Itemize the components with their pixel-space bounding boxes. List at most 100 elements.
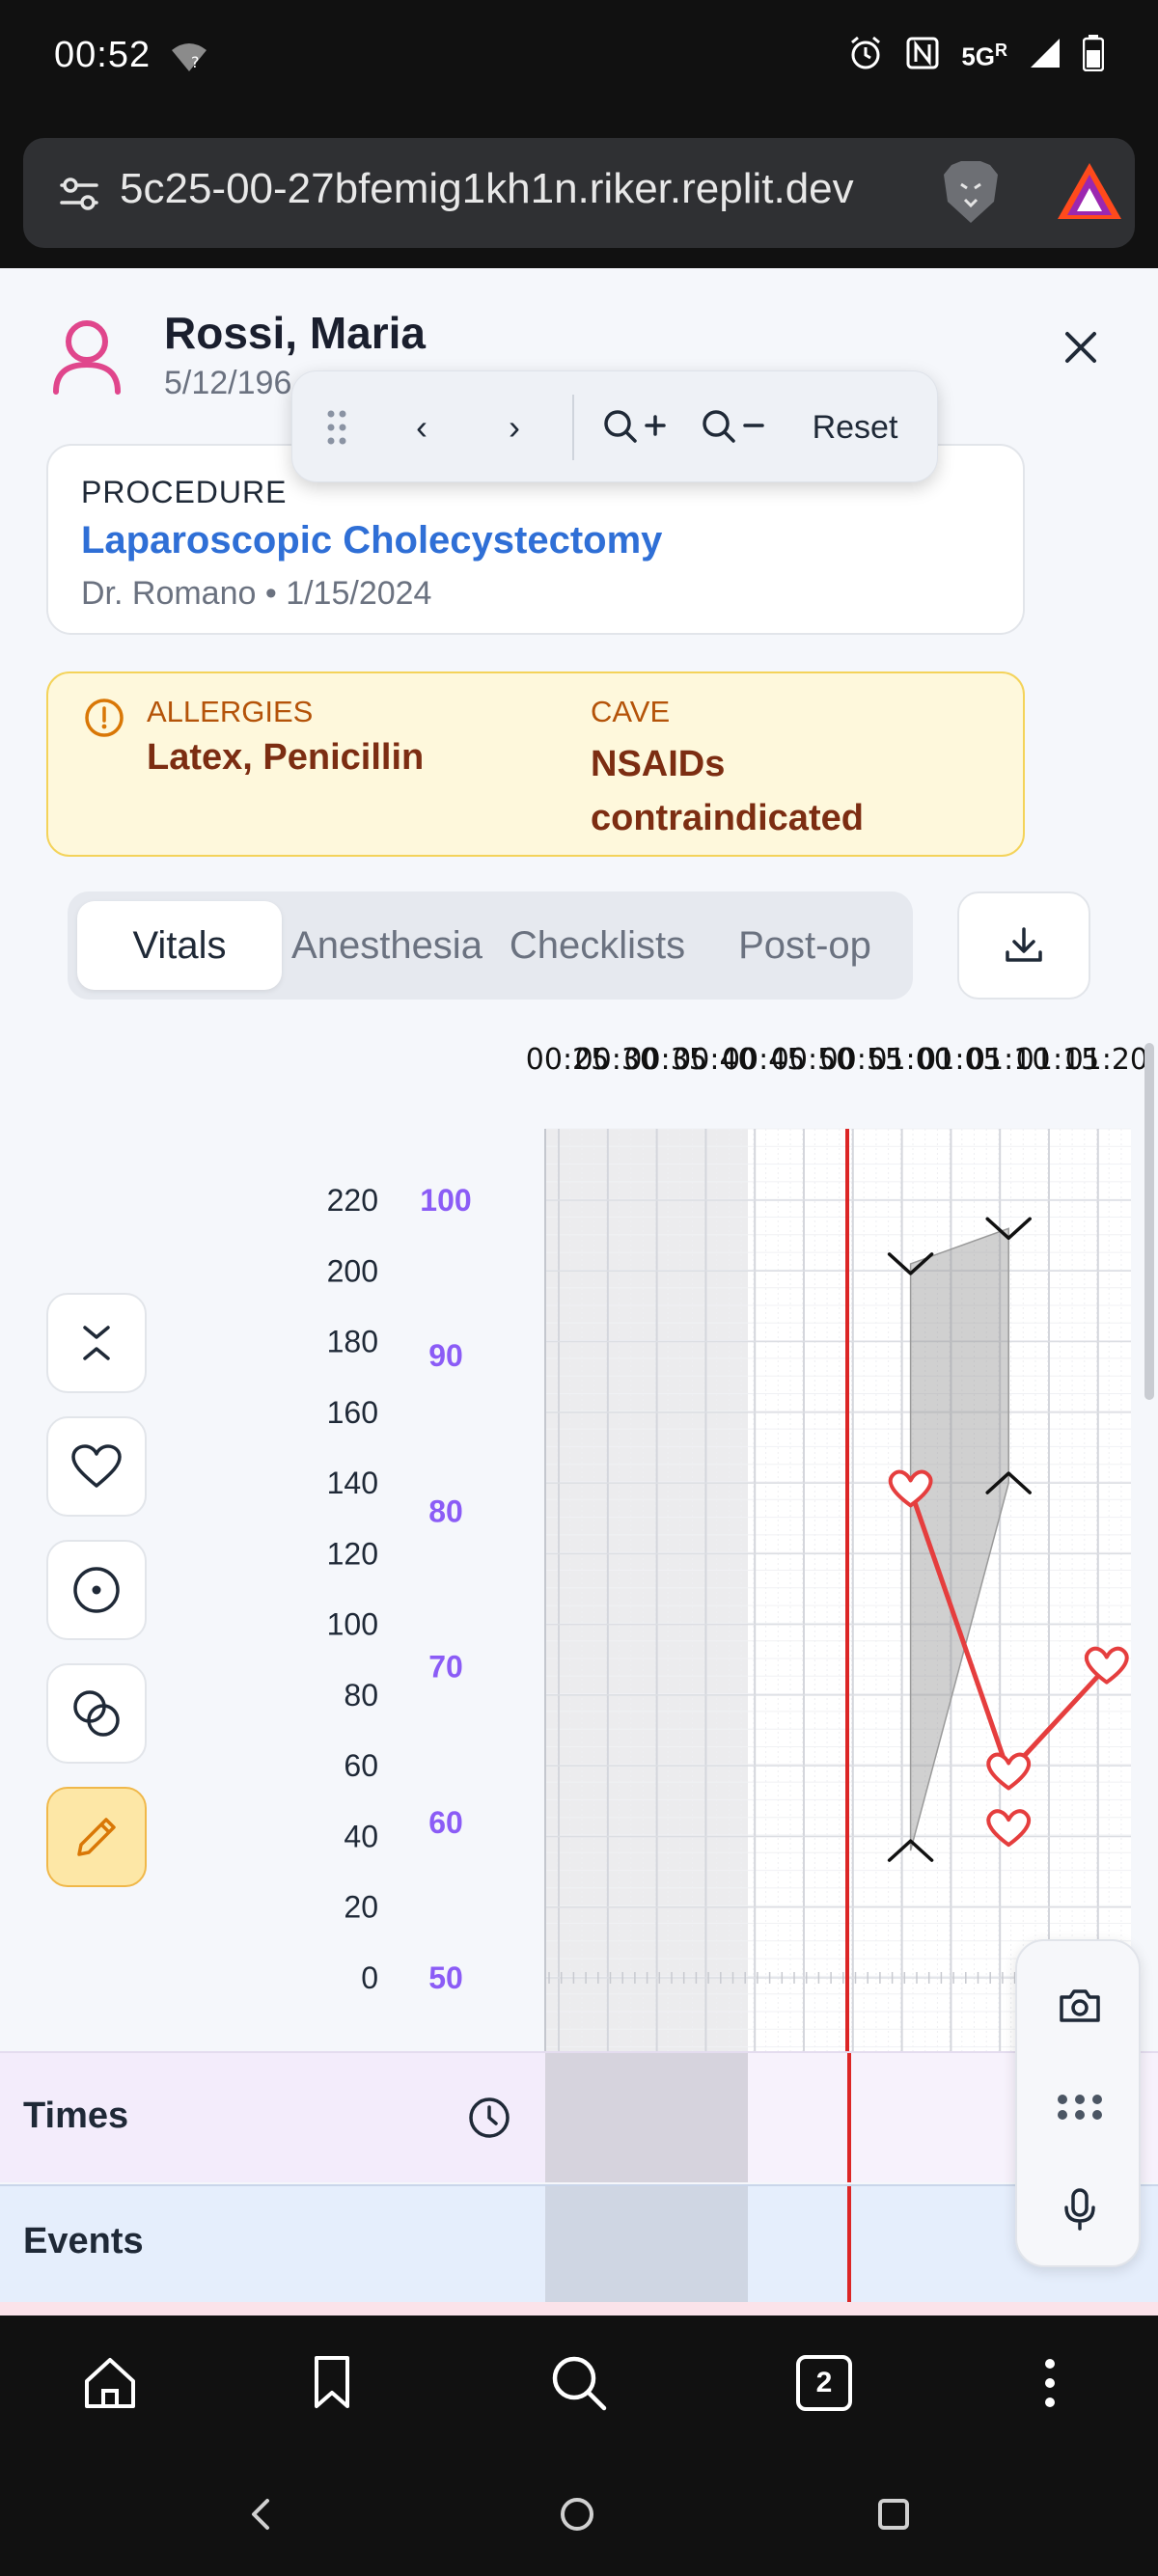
procedure-title[interactable]: Laparoscopic Cholecystectomy bbox=[81, 519, 662, 562]
clock-icon[interactable] bbox=[467, 2096, 511, 2145]
times-row-overlay bbox=[545, 2053, 748, 2182]
chevrons-icon bbox=[83, 1326, 110, 1360]
network-label: 5GR bbox=[961, 41, 1007, 72]
y-left-tick-label: 80 bbox=[344, 1678, 378, 1713]
times-row[interactable]: Times bbox=[0, 2051, 1158, 2182]
cave-value: NSAIDs contraindicated bbox=[591, 744, 864, 838]
draw-tool[interactable] bbox=[46, 1787, 147, 1887]
home-circle-icon[interactable] bbox=[556, 2493, 598, 2535]
wifi-icon: ? bbox=[170, 41, 208, 78]
tab-post-op[interactable]: Post-op bbox=[710, 901, 899, 990]
svg-text:?: ? bbox=[191, 53, 200, 71]
brave-shields-icon[interactable] bbox=[940, 159, 1002, 232]
heart-rate-tool[interactable] bbox=[46, 1416, 147, 1517]
camera-button[interactable] bbox=[1037, 1962, 1122, 2047]
y-right-tick-label: 50 bbox=[428, 1960, 463, 1995]
circles-icon bbox=[73, 1690, 120, 1737]
camera-icon bbox=[1060, 1989, 1100, 2022]
search-icon[interactable] bbox=[542, 2346, 616, 2420]
allergies-label: ALLERGIES bbox=[147, 695, 314, 728]
y-left-tick-label: 180 bbox=[327, 1325, 378, 1359]
cave-label: CAVE bbox=[591, 695, 671, 728]
y-right-tick-label: 60 bbox=[428, 1805, 463, 1840]
prev-button[interactable]: ‹ bbox=[393, 400, 451, 454]
tab-anesthesia[interactable]: Anesthesia bbox=[282, 901, 492, 990]
y-left-tick-label: 220 bbox=[327, 1183, 378, 1218]
next-button[interactable]: › bbox=[485, 400, 543, 454]
y-left-tick-label: 120 bbox=[327, 1536, 378, 1571]
x-tick-label: 01:20 bbox=[1065, 1043, 1148, 1077]
y-left-tick-label: 160 bbox=[327, 1395, 378, 1430]
events-row[interactable]: Events bbox=[0, 2184, 1158, 2302]
home-icon[interactable] bbox=[73, 2346, 147, 2420]
site-settings-icon[interactable] bbox=[58, 173, 100, 220]
heart-icon bbox=[71, 1444, 122, 1488]
target-icon bbox=[73, 1567, 120, 1613]
quick-capture-panel bbox=[1015, 1939, 1141, 2267]
allergy-alert-card: ALLERGIES Latex, Penicillin CAVE NSAIDs … bbox=[46, 671, 1025, 857]
browser-toolbar: 5c25-00-27bfemig1kh1n.riker.replit.dev bbox=[0, 121, 1158, 268]
voice-button[interactable] bbox=[1037, 2167, 1122, 2252]
overlap-tool[interactable] bbox=[46, 1663, 147, 1764]
brave-rewards-icon[interactable] bbox=[1056, 161, 1123, 228]
events-row-overlay bbox=[545, 2186, 748, 2302]
url-text[interactable]: 5c25-00-27bfemig1kh1n.riker.replit.dev bbox=[120, 165, 911, 213]
y-left-tick-label: 60 bbox=[344, 1748, 378, 1783]
tab-switcher-button[interactable]: 2 bbox=[787, 2346, 861, 2420]
system-nav-bar bbox=[0, 2451, 1158, 2576]
warning-circle-icon bbox=[83, 697, 125, 744]
zoom-out-button[interactable] bbox=[698, 400, 771, 454]
recents-icon[interactable] bbox=[872, 2493, 915, 2535]
times-label: Times bbox=[23, 2096, 129, 2136]
y-left-tick-label: 40 bbox=[344, 1819, 378, 1853]
target-tool[interactable] bbox=[46, 1540, 147, 1640]
procedure-label: PROCEDURE bbox=[81, 475, 288, 509]
back-icon[interactable] bbox=[239, 2493, 282, 2535]
section-tabs: Vitals Anesthesia Checklists Post-op bbox=[68, 891, 913, 1000]
tab-count: 2 bbox=[796, 2355, 852, 2411]
y-left-tick-label: 0 bbox=[361, 1960, 378, 1995]
collapse-tool[interactable] bbox=[46, 1293, 147, 1393]
y-left-tick-label: 100 bbox=[327, 1607, 378, 1642]
tab-vitals[interactable]: Vitals bbox=[77, 901, 282, 990]
nfc-icon bbox=[905, 36, 940, 77]
browser-bottom-bar: 2 bbox=[0, 2316, 1158, 2451]
chart-scrollbar[interactable] bbox=[1144, 1043, 1154, 1400]
download-button[interactable] bbox=[957, 891, 1090, 1000]
roaming-indicator: R bbox=[995, 41, 1007, 61]
bookmark-icon[interactable] bbox=[295, 2346, 369, 2420]
reset-zoom-button[interactable]: Reset bbox=[802, 400, 908, 454]
y-left-tick-label: 140 bbox=[327, 1466, 378, 1500]
status-bar: 00:52 ? 5GR bbox=[0, 0, 1158, 121]
status-time: 00:52 bbox=[54, 35, 152, 75]
more-tools-button[interactable] bbox=[1037, 2065, 1122, 2150]
alarm-icon bbox=[847, 35, 884, 78]
zoom-in-button[interactable] bbox=[599, 400, 673, 454]
network-type: 5G bbox=[961, 41, 995, 71]
procedure-meta: Dr. Romano • 1/15/2024 bbox=[81, 575, 432, 612]
download-icon bbox=[1006, 927, 1042, 962]
y-right-tick-label: 70 bbox=[428, 1650, 463, 1685]
url-bar[interactable]: 5c25-00-27bfemig1kh1n.riker.replit.dev bbox=[23, 138, 1135, 248]
url-value: 5c25-00-27bfemig1kh1n.riker.replit.dev bbox=[120, 165, 854, 212]
drag-handle-icon[interactable] bbox=[316, 400, 358, 454]
signal-icon bbox=[1029, 37, 1062, 76]
current-time-line-events bbox=[847, 2186, 851, 2302]
tab-checklists[interactable]: Checklists bbox=[492, 901, 703, 990]
toolbar-divider bbox=[572, 395, 574, 460]
next-row-strip bbox=[0, 2302, 1158, 2316]
pencil-icon bbox=[77, 1818, 116, 1856]
grid-dots-icon bbox=[1058, 2095, 1102, 2120]
y-right-tick-label: 100 bbox=[420, 1183, 471, 1218]
events-label: Events bbox=[23, 2221, 144, 2261]
y-right-tick-label: 80 bbox=[428, 1494, 463, 1528]
app-surface: Rossi, Maria 5/12/196 PROCEDURE Laparosc… bbox=[0, 268, 1158, 2316]
battery-icon bbox=[1082, 35, 1105, 78]
past-time-shade bbox=[545, 1129, 748, 2051]
y-left-tick-label: 200 bbox=[327, 1253, 378, 1288]
y-right-tick-label: 90 bbox=[428, 1338, 463, 1373]
more-menu-icon[interactable] bbox=[1013, 2346, 1087, 2420]
y-left-tick-label: 20 bbox=[344, 1890, 378, 1925]
close-icon[interactable] bbox=[1060, 326, 1102, 369]
vitals-chart[interactable]: 00:2500:3000:3500:4000:4500:5000:5501:00… bbox=[0, 1030, 1158, 2051]
